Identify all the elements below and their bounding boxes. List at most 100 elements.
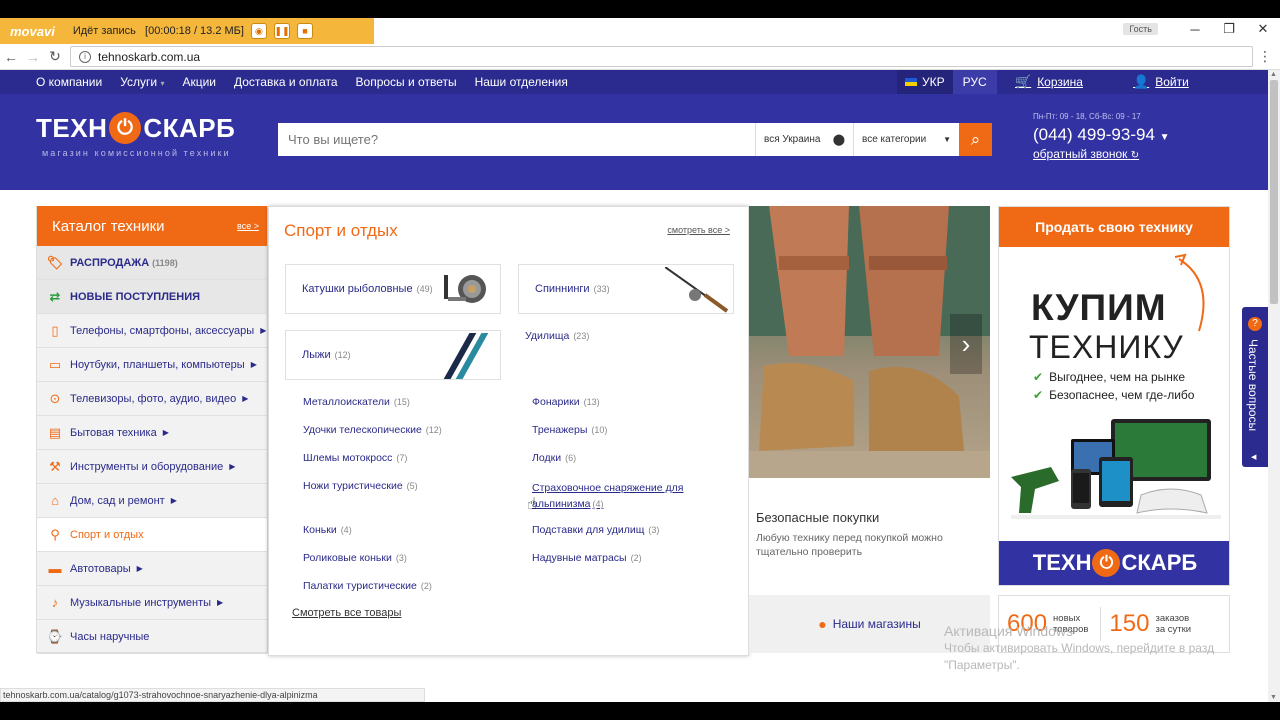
- recorder-bar: movavi Идёт запись [00:00:18 / 13.2 МБ] …: [0, 18, 374, 44]
- menu-icon[interactable]: ⋮: [1258, 48, 1272, 65]
- sidebar-item-laptops[interactable]: ▭ Ноутбуки, планшеты, компьютеры ▶: [37, 348, 267, 382]
- logo-text: ТЕХН ⏻ СКАРБ: [36, 112, 236, 144]
- sidebar-item-tv[interactable]: ⊙ Телевизоры, фото, аудио, видео ▶: [37, 382, 267, 416]
- callback-link[interactable]: обратный звонок ↻: [1033, 147, 1170, 161]
- all-goods-link[interactable]: Смотреть все товары: [292, 607, 401, 619]
- minimize-icon[interactable]: ─: [1178, 22, 1212, 37]
- nav-delivery[interactable]: Доставка и оплата: [234, 75, 338, 89]
- category-select[interactable]: все категории ▼: [853, 123, 959, 156]
- cart-icon: 🛒: [1015, 74, 1032, 89]
- nav-about[interactable]: О компании: [36, 75, 102, 89]
- stop-icon[interactable]: ■: [296, 23, 313, 39]
- submenu-see-all-link[interactable]: смотреть все >: [667, 225, 730, 235]
- sell-footer-logo: ТЕХН ⏻ СКАРБ: [999, 541, 1229, 585]
- window-controls: Гость ─ ❐ ✕: [1123, 18, 1280, 40]
- nav-faq[interactable]: Вопросы и ответы: [356, 75, 457, 89]
- link-metal-detectors[interactable]: Металлоискатели (15): [303, 396, 410, 408]
- chevron-right-icon: ▶: [250, 360, 257, 369]
- bicycle-icon: ⚲: [50, 526, 60, 542]
- scrollbar-thumb[interactable]: [1270, 80, 1278, 304]
- link-boats[interactable]: Лодки (6): [532, 452, 576, 464]
- sidebar-item-music[interactable]: ♪ Музыкальные инструменты ▶: [37, 586, 267, 620]
- skis-image: [443, 333, 489, 379]
- link-roller-skates[interactable]: Роликовые коньки (3): [303, 552, 407, 564]
- sport-submenu: Спорт и отдых смотреть все > Катушки рыб…: [268, 206, 749, 656]
- sell-button[interactable]: Продать свою технику: [999, 207, 1229, 247]
- link-flashlights[interactable]: Фонарики (13): [532, 396, 600, 408]
- catalog-all-link[interactable]: все >: [237, 221, 259, 231]
- back-icon[interactable]: ←: [0, 49, 22, 65]
- search-button[interactable]: ⌕: [959, 123, 992, 156]
- hero-banner: ›: [749, 206, 990, 478]
- hand-cursor-icon: ☝: [527, 496, 537, 513]
- sidebar-item-watches[interactable]: ⌚ Часы наручные: [37, 620, 267, 654]
- sidebar-item-appliances[interactable]: ▤ Бытовая техника ▶: [37, 416, 267, 450]
- cart-link[interactable]: 🛒 Корзина: [1015, 70, 1083, 94]
- sidebar-item-sale[interactable]: 🏷 РАСПРОДАЖА (1198): [37, 246, 267, 280]
- link-rod-stands[interactable]: Подставки для удилищ (3): [532, 524, 659, 536]
- reload-icon[interactable]: ↻: [44, 48, 66, 65]
- car-icon: ▬: [48, 560, 62, 576]
- close-icon[interactable]: ✕: [1246, 21, 1280, 37]
- electronics-image: [1011, 419, 1221, 519]
- info-icon[interactable]: i: [79, 50, 91, 63]
- user-icon: 👤: [1133, 74, 1150, 89]
- card-spinning-rods[interactable]: Спиннинги (33): [518, 264, 734, 314]
- sidebar-item-sport[interactable]: ⚲ Спорт и отдых: [37, 518, 267, 552]
- drill-icon: ⚒: [49, 458, 61, 474]
- forward-icon[interactable]: →: [22, 49, 44, 65]
- login-link[interactable]: 👤 Войти: [1133, 70, 1189, 94]
- appliance-icon: ▤: [48, 424, 62, 440]
- catalog-sidebar: Каталог техники все > 🏷 РАСПРОДАЖА (1198) …: [36, 206, 268, 654]
- url-text: tehnoskarb.com.ua: [98, 49, 201, 64]
- link-telescopic-rods[interactable]: Удочки телескопические (12): [303, 424, 442, 436]
- link-helmets[interactable]: Шлемы мотокросс (7): [303, 452, 407, 464]
- phone-icon: ▯: [51, 322, 59, 338]
- nav-branches[interactable]: Наши отделения: [475, 75, 568, 89]
- link-tents[interactable]: Палатки туристические (2): [303, 580, 432, 592]
- camera-icon[interactable]: ◉: [250, 23, 267, 39]
- scroll-up-icon[interactable]: ▲: [1270, 71, 1277, 78]
- guest-profile[interactable]: Гость: [1123, 23, 1158, 35]
- check-icon: ✔: [1033, 370, 1044, 384]
- address-bar: ← → ↻ i tehnoskarb.com.ua ⋮: [0, 44, 1280, 70]
- catalog-header[interactable]: Каталог техники все >: [37, 206, 267, 246]
- sidebar-item-auto[interactable]: ▬ Автотовары ▶: [37, 552, 267, 586]
- pause-icon[interactable]: ❚❚: [273, 23, 290, 39]
- link-knives[interactable]: Ножи туристические (5): [303, 480, 418, 492]
- phone-number[interactable]: (044) 499-93-94 ▼: [1033, 125, 1170, 145]
- chevron-right-icon: ›: [961, 328, 971, 359]
- nav-promotions[interactable]: Акции: [182, 75, 216, 89]
- link-trainers[interactable]: Тренажеры (10): [532, 424, 607, 436]
- card-skis[interactable]: Лыжи (12): [285, 330, 501, 380]
- next-slide-button[interactable]: ›: [950, 314, 982, 374]
- sidebar-item-phones[interactable]: ▯ Телефоны, смартфоны, аксессуары ▶: [37, 314, 267, 348]
- maximize-icon[interactable]: ❐: [1212, 21, 1246, 37]
- windows-activation-watermark: Активация Windows Чтобы активировать Win…: [944, 623, 1214, 674]
- link-rods[interactable]: Удилища (23): [525, 330, 589, 342]
- language-switch: УКР РУС: [897, 70, 997, 94]
- link-climbing-gear[interactable]: Страховочное снаряжение для альпинизма (4): [532, 480, 684, 512]
- power-icon: ⏻: [109, 112, 142, 144]
- sidebar-item-home[interactable]: ⌂ Дом, сад и ремонт ▶: [37, 484, 267, 518]
- nav-services[interactable]: Услуги ▾: [120, 75, 164, 89]
- lang-ua[interactable]: УКР: [897, 70, 953, 94]
- url-field[interactable]: i tehnoskarb.com.ua: [70, 46, 1253, 67]
- site-header: ТЕХН ⏻ СКАРБ магазин комиссионной техники …: [0, 94, 1268, 190]
- site-logo[interactable]: ТЕХН ⏻ СКАРБ магазин комиссионной техники: [36, 112, 262, 158]
- sidebar-item-tools[interactable]: ⚒ Инструменты и оборудование ▶: [37, 450, 267, 484]
- card-fishing-reels[interactable]: Катушки рыболовные (49): [285, 264, 501, 314]
- lang-ru[interactable]: РУС: [952, 70, 997, 94]
- search-input[interactable]: [278, 123, 755, 156]
- location-select[interactable]: вся Украина ⬤: [755, 123, 853, 156]
- scrollbar[interactable]: ▲ ▼: [1268, 70, 1280, 702]
- working-hours: Пн-Пт: 09 - 18, Сб-Вс: 09 - 17: [1033, 112, 1141, 121]
- scroll-down-icon[interactable]: ▼: [1270, 694, 1277, 701]
- chevron-down-icon: ▼: [943, 135, 951, 144]
- laptop-icon: ▭: [48, 356, 62, 372]
- sidebar-item-new[interactable]: ⇄ НОВЫЕ ПОСТУПЛЕНИЯ: [37, 280, 267, 314]
- link-air-mattresses[interactable]: Надувные матрасы (2): [532, 552, 642, 564]
- screen-bottom-bar: [0, 702, 1280, 720]
- link-skates[interactable]: Коньки (4): [303, 524, 352, 536]
- faq-tab[interactable]: ? Частые вопросы ◀: [1242, 307, 1268, 467]
